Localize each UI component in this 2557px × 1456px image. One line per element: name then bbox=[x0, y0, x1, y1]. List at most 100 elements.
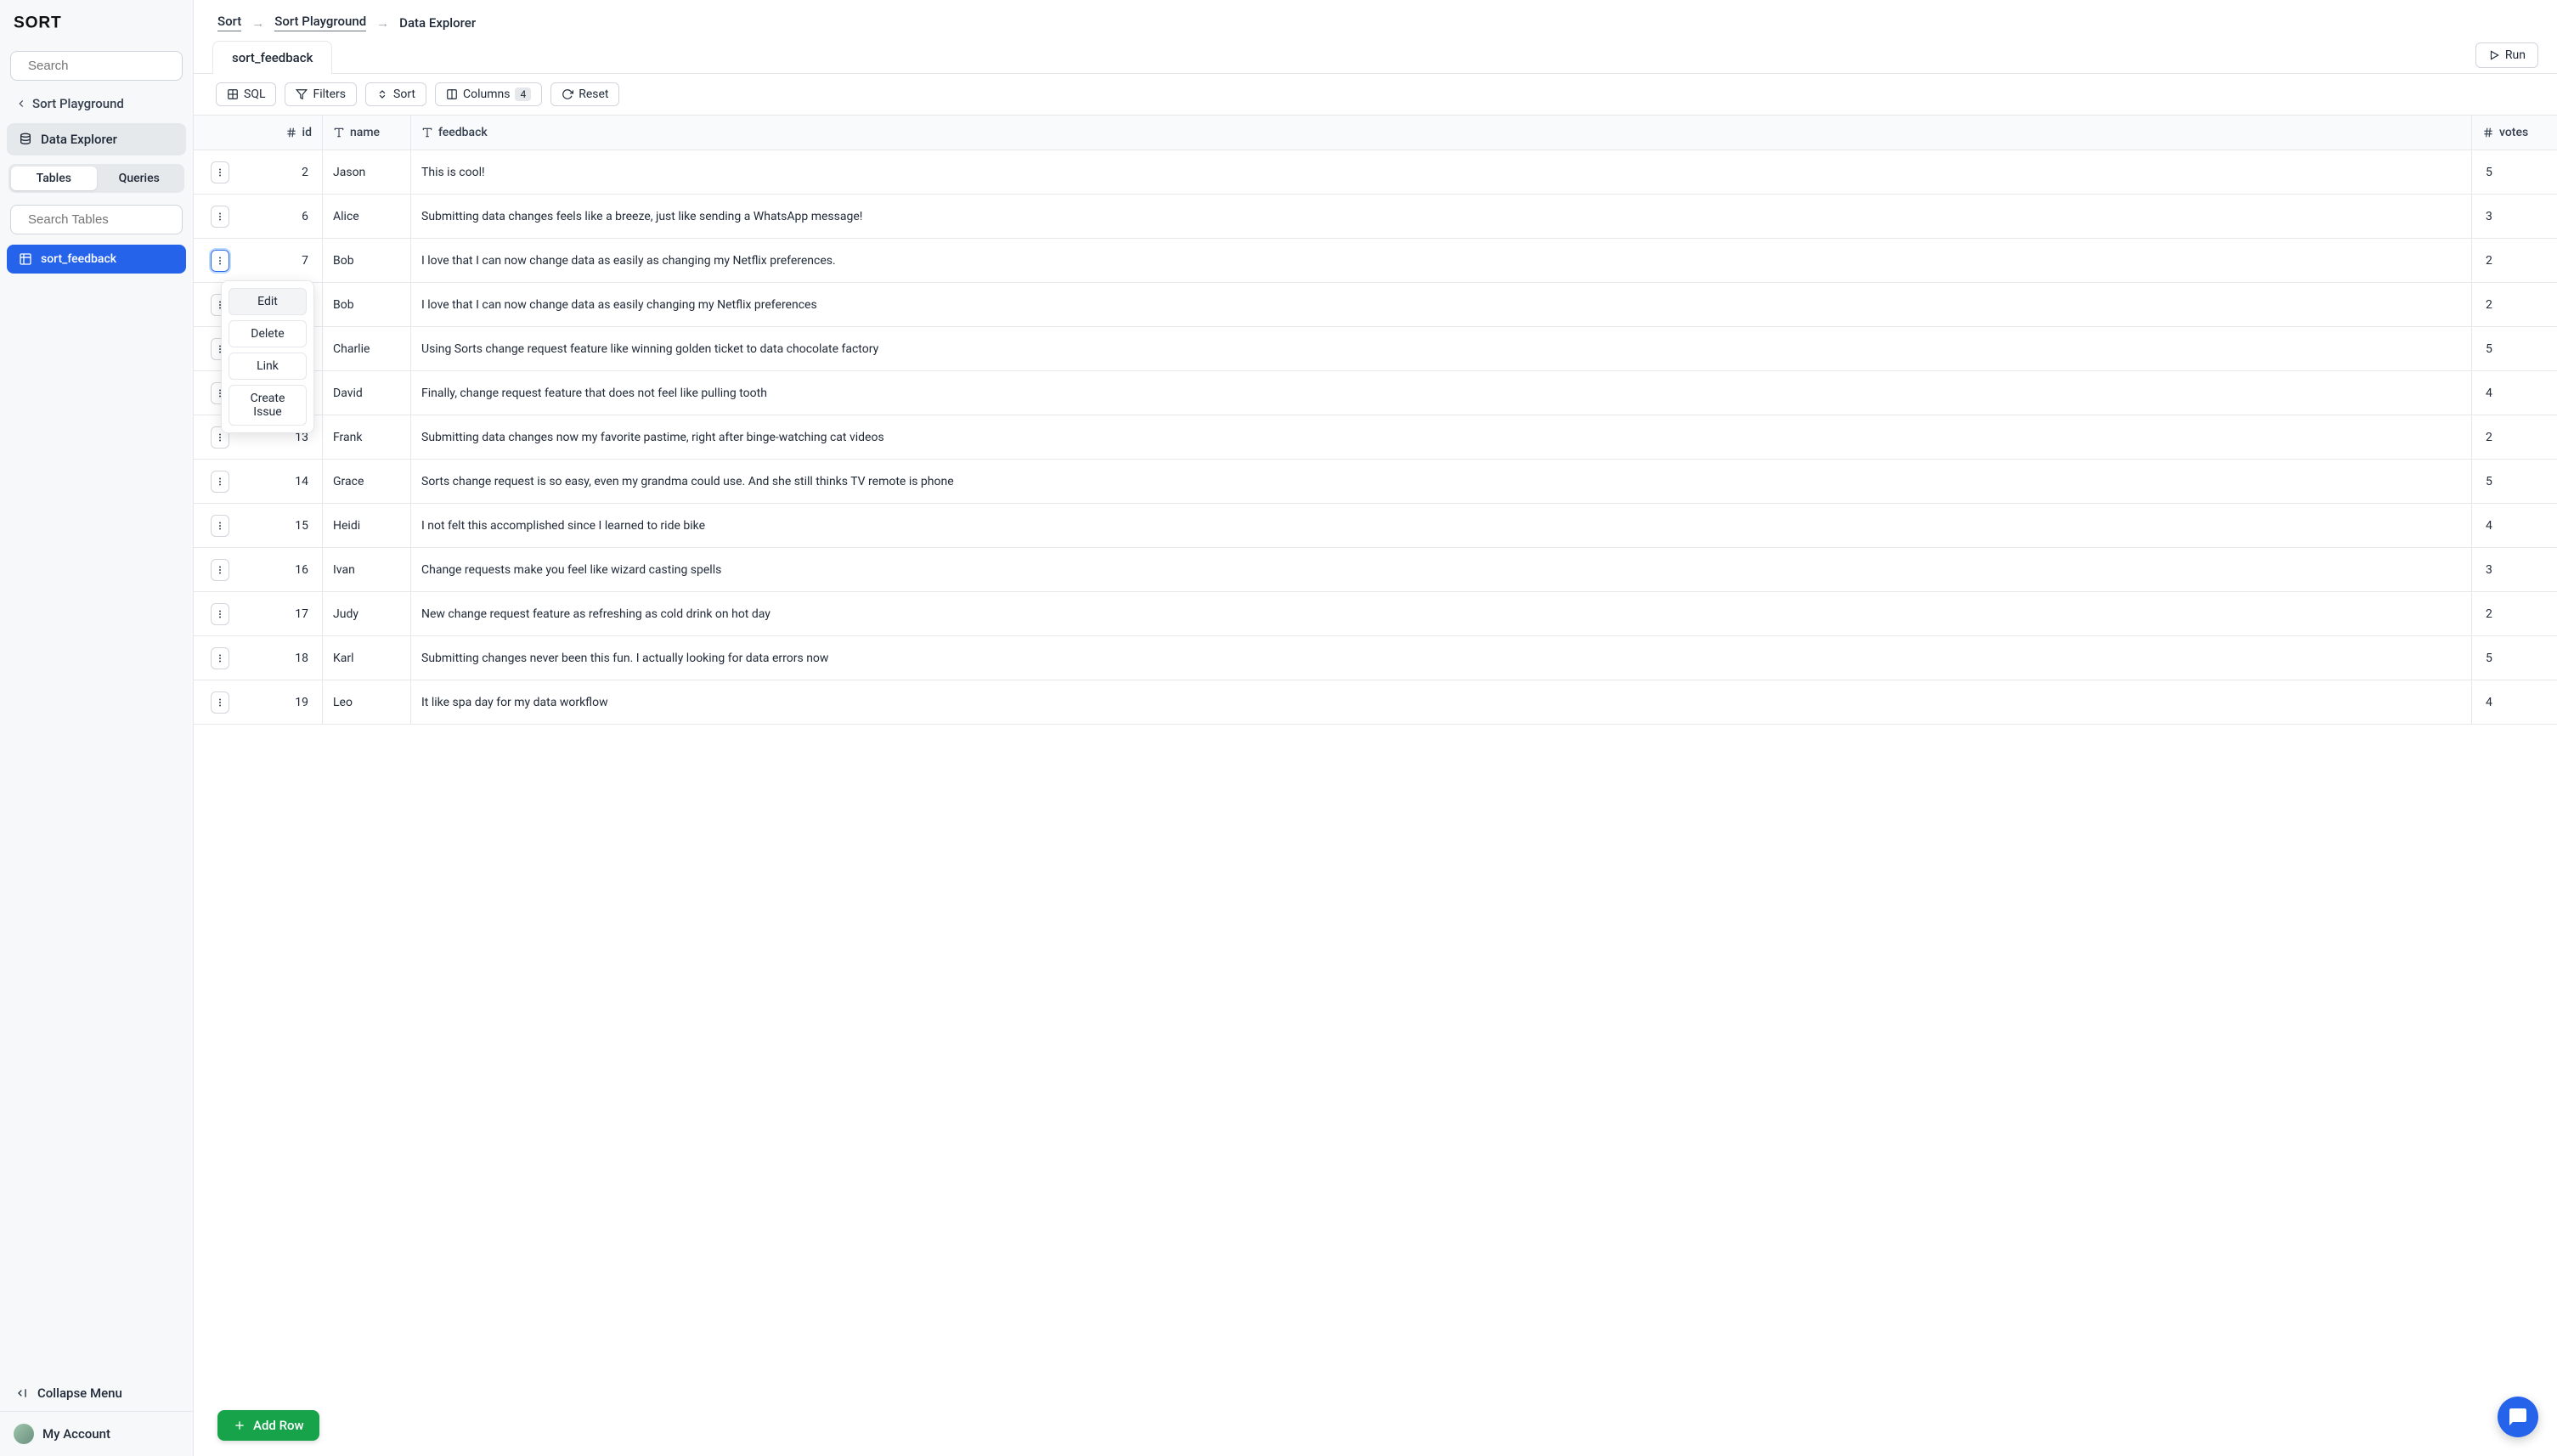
row-menu-button[interactable] bbox=[211, 559, 229, 581]
cell-votes[interactable]: 3 bbox=[2472, 548, 2557, 591]
crumb-playground[interactable]: Sort Playground bbox=[274, 14, 366, 31]
main: Sort → Sort Playground → Data Explorer s… bbox=[194, 0, 2557, 1456]
cell-feedback[interactable]: It like spa day for my data workflow bbox=[411, 680, 2472, 724]
cell-name[interactable]: Judy bbox=[323, 592, 411, 635]
table-row: 8 Bob I love that I can now change data … bbox=[194, 283, 2557, 327]
row-menu-button[interactable] bbox=[211, 691, 229, 714]
row-menu-button[interactable] bbox=[211, 161, 229, 183]
cell-id[interactable]: 7 bbox=[246, 239, 323, 282]
cell-name[interactable]: Charlie bbox=[323, 327, 411, 370]
cell-name[interactable]: Bob bbox=[323, 283, 411, 326]
crumb-sort[interactable]: Sort bbox=[217, 14, 241, 31]
cell-name[interactable]: Leo bbox=[323, 680, 411, 724]
table-row: 14 Grace Sorts change request is so easy… bbox=[194, 460, 2557, 504]
cell-votes[interactable]: 5 bbox=[2472, 327, 2557, 370]
row-menu-button[interactable] bbox=[211, 647, 229, 669]
cell-name[interactable]: Ivan bbox=[323, 548, 411, 591]
cell-feedback[interactable]: I not felt this accomplished since I lea… bbox=[411, 504, 2472, 547]
menu-link[interactable]: Link bbox=[229, 353, 307, 380]
cell-votes[interactable]: 5 bbox=[2472, 636, 2557, 680]
crumb-data-explorer[interactable]: Data Explorer bbox=[399, 15, 476, 31]
chevron-left-icon bbox=[15, 98, 27, 110]
reset-button[interactable]: Reset bbox=[550, 82, 619, 106]
col-name[interactable]: name bbox=[323, 116, 411, 150]
segment-tables[interactable]: Tables bbox=[11, 166, 97, 190]
run-button[interactable]: Run bbox=[2475, 42, 2538, 68]
cell-votes[interactable]: 2 bbox=[2472, 239, 2557, 282]
sort-button[interactable]: Sort bbox=[365, 82, 426, 106]
sql-button[interactable]: SQL bbox=[216, 82, 276, 106]
table-row: 18 Karl Submitting changes never been th… bbox=[194, 636, 2557, 680]
cell-id[interactable]: 2 bbox=[246, 150, 323, 194]
cell-id[interactable]: 15 bbox=[246, 504, 323, 547]
menu-delete[interactable]: Delete bbox=[229, 320, 307, 347]
cell-name[interactable]: Bob bbox=[323, 239, 411, 282]
tab-sort-feedback[interactable]: sort_feedback bbox=[212, 41, 332, 74]
filters-button[interactable]: Filters bbox=[285, 82, 357, 106]
cell-feedback[interactable]: This is cool! bbox=[411, 150, 2472, 194]
back-link[interactable]: Sort Playground bbox=[0, 87, 193, 120]
add-row-button[interactable]: Add Row bbox=[217, 1410, 319, 1441]
col-votes[interactable]: votes bbox=[2472, 116, 2557, 150]
cell-feedback[interactable]: Submitting data changes now my favorite … bbox=[411, 415, 2472, 459]
cell-feedback[interactable]: Submitting changes never been this fun. … bbox=[411, 636, 2472, 680]
cell-name[interactable]: Jason bbox=[323, 150, 411, 194]
cell-name[interactable]: Heidi bbox=[323, 504, 411, 547]
logo[interactable]: SORT bbox=[0, 0, 193, 44]
segment-queries[interactable]: Queries bbox=[97, 166, 183, 190]
row-menu-button[interactable] bbox=[211, 515, 229, 537]
row-menu-button[interactable] bbox=[211, 603, 229, 625]
cell-feedback[interactable]: Change requests make you feel like wizar… bbox=[411, 548, 2472, 591]
cell-id[interactable]: 17 bbox=[246, 592, 323, 635]
svg-text:SORT: SORT bbox=[14, 14, 62, 31]
cell-votes[interactable]: 4 bbox=[2472, 371, 2557, 415]
global-search[interactable] bbox=[10, 51, 183, 81]
cell-votes[interactable]: 3 bbox=[2472, 195, 2557, 238]
col-feedback[interactable]: feedback bbox=[411, 116, 2472, 150]
tables-search-input[interactable] bbox=[28, 212, 197, 227]
collapse-menu[interactable]: Collapse Menu bbox=[0, 1375, 193, 1411]
cell-id[interactable]: 6 bbox=[246, 195, 323, 238]
cell-feedback[interactable]: Finally, change request feature that doe… bbox=[411, 371, 2472, 415]
cell-name[interactable]: Frank bbox=[323, 415, 411, 459]
cell-id[interactable]: 19 bbox=[246, 680, 323, 724]
cell-id[interactable]: 14 bbox=[246, 460, 323, 503]
cell-feedback[interactable]: Using Sorts change request feature like … bbox=[411, 327, 2472, 370]
cell-votes[interactable]: 2 bbox=[2472, 415, 2557, 459]
row-menu-button[interactable] bbox=[211, 250, 229, 272]
cell-votes[interactable]: 5 bbox=[2472, 150, 2557, 194]
row-menu-button[interactable] bbox=[211, 471, 229, 493]
cell-votes[interactable]: 2 bbox=[2472, 592, 2557, 635]
cell-feedback[interactable]: I love that I can now change data as eas… bbox=[411, 239, 2472, 282]
chat-fab[interactable] bbox=[2498, 1397, 2538, 1437]
table-row: 15 Heidi I not felt this accomplished si… bbox=[194, 504, 2557, 548]
nav-data-explorer[interactable]: Data Explorer bbox=[7, 123, 186, 155]
cell-id[interactable]: 16 bbox=[246, 548, 323, 591]
cell-name[interactable]: Grace bbox=[323, 460, 411, 503]
collapse-icon bbox=[15, 1386, 29, 1400]
cell-votes[interactable]: 4 bbox=[2472, 680, 2557, 724]
menu-edit[interactable]: Edit bbox=[229, 288, 307, 315]
cell-votes[interactable]: 5 bbox=[2472, 460, 2557, 503]
row-menu-button[interactable] bbox=[211, 206, 229, 228]
cell-name[interactable]: Karl bbox=[323, 636, 411, 680]
cell-name[interactable]: Alice bbox=[323, 195, 411, 238]
run-label: Run bbox=[2505, 48, 2526, 62]
search-input[interactable] bbox=[28, 59, 197, 73]
columns-button[interactable]: Columns 4 bbox=[435, 82, 542, 106]
my-account[interactable]: My Account bbox=[0, 1411, 193, 1456]
col-id[interactable]: id bbox=[246, 116, 323, 150]
cell-feedback[interactable]: I love that I can now change data as eas… bbox=[411, 283, 2472, 326]
cell-feedback[interactable]: Submitting data changes feels like a bre… bbox=[411, 195, 2472, 238]
cell-votes[interactable]: 4 bbox=[2472, 504, 2557, 547]
menu-create-issue[interactable]: Create Issue bbox=[229, 385, 307, 426]
chevron-right-icon: → bbox=[376, 15, 389, 31]
tables-search[interactable] bbox=[10, 205, 183, 234]
cell-id[interactable]: 18 bbox=[246, 636, 323, 680]
table-item-sort-feedback[interactable]: sort_feedback bbox=[7, 245, 186, 274]
cell-feedback[interactable]: Sorts change request is so easy, even my… bbox=[411, 460, 2472, 503]
database-icon bbox=[19, 133, 32, 146]
cell-name[interactable]: David bbox=[323, 371, 411, 415]
cell-votes[interactable]: 2 bbox=[2472, 283, 2557, 326]
cell-feedback[interactable]: New change request feature as refreshing… bbox=[411, 592, 2472, 635]
